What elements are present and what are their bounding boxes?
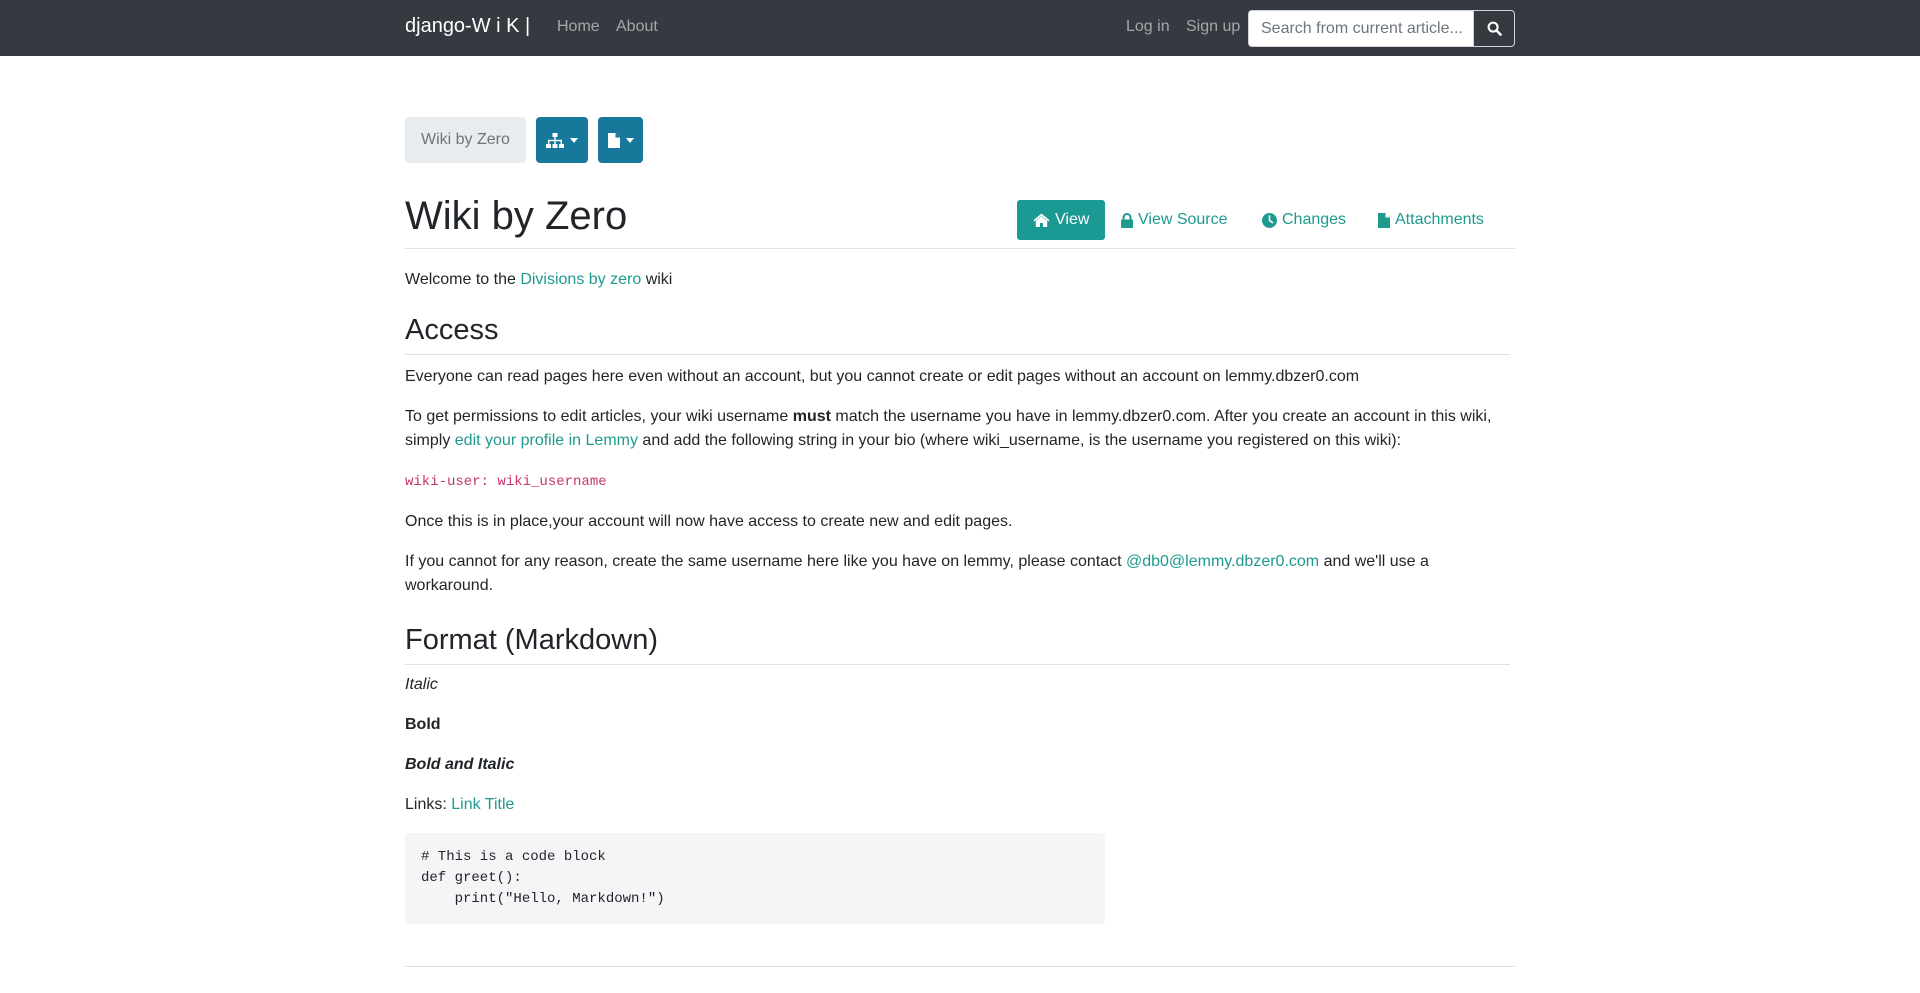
file-icon xyxy=(607,132,620,148)
intro-text: Welcome to the xyxy=(405,271,521,288)
chevron-down-icon xyxy=(625,137,634,143)
signup-link[interactable]: Sign up xyxy=(1186,18,1240,36)
lock-icon xyxy=(1121,212,1133,228)
code-block: # This is a code block def greet(): prin… xyxy=(405,833,1105,924)
tab-changes[interactable]: Changes xyxy=(1262,200,1346,240)
italic-text: Italic xyxy=(405,676,438,693)
must-bold: must xyxy=(792,408,831,425)
format-heading: Format (Markdown) xyxy=(405,622,1510,665)
footer-divider xyxy=(405,966,1515,967)
page-title: Wiki by Zero xyxy=(405,194,628,238)
sitemap-dropdown-button[interactable] xyxy=(536,117,588,163)
edit-profile-link[interactable]: edit your profile in Lemmy xyxy=(455,432,638,449)
access-paragraph-2: To get permissions to edit articles, you… xyxy=(405,405,1510,453)
home-icon xyxy=(1033,213,1050,227)
sitemap-icon xyxy=(546,132,564,148)
access-paragraph-3: Once this is in place,your account will … xyxy=(405,513,1013,530)
article-content: Welcome to the Divisions by zero wiki Ac… xyxy=(405,258,1510,940)
tab-view-label: View xyxy=(1055,211,1090,228)
bold-italic-example: Bold and Italic xyxy=(405,753,1510,777)
login-link[interactable]: Log in xyxy=(1126,18,1170,36)
tab-attachments-label: Attachments xyxy=(1395,211,1484,228)
search-icon xyxy=(1487,21,1502,36)
search-input[interactable] xyxy=(1249,11,1475,46)
tab-view-source[interactable]: View Source xyxy=(1121,200,1228,240)
access-text: If you cannot for any reason, create the… xyxy=(405,553,1126,570)
title-divider xyxy=(405,248,1515,249)
divisions-by-zero-link[interactable]: Divisions by zero xyxy=(520,271,641,288)
breadcrumb: Wiki by Zero xyxy=(405,117,526,163)
tab-view[interactable]: View xyxy=(1017,200,1106,240)
access-text: To get permissions to edit articles, you… xyxy=(405,408,793,425)
access-paragraph-4: If you cannot for any reason, create the… xyxy=(405,550,1510,598)
search-form xyxy=(1248,10,1515,47)
clock-icon xyxy=(1262,212,1277,228)
access-paragraph-1: Everyone can read pages here even withou… xyxy=(405,368,1360,385)
nav-about-link[interactable]: About xyxy=(616,18,658,36)
access-text: and add the following string in your bio… xyxy=(637,432,1402,449)
navbar-container: django-W i K | Home About Log in Sign up xyxy=(405,0,1515,56)
brand-link[interactable]: django-W i K | xyxy=(405,15,530,38)
links-example: Links: Link Title xyxy=(405,793,1510,817)
breadcrumb-current: Wiki by Zero xyxy=(421,131,510,148)
bold-text: Bold xyxy=(405,716,441,733)
access-heading: Access xyxy=(405,312,1510,355)
tab-changes-label: Changes xyxy=(1282,211,1347,228)
intro-paragraph: Welcome to the Divisions by zero wiki xyxy=(405,268,1510,292)
bold-italic-text: Bold and Italic xyxy=(405,756,515,773)
page-dropdown-button[interactable] xyxy=(598,117,643,163)
tab-attachments[interactable]: Attachments xyxy=(1378,200,1484,240)
chevron-down-icon xyxy=(570,137,578,143)
inline-code: wiki-user: wiki_username xyxy=(405,474,607,490)
code-inline-paragraph: wiki-user: wiki_username xyxy=(405,469,1510,494)
search-button[interactable] xyxy=(1473,11,1514,46)
tab-view-source-label: View Source xyxy=(1138,211,1228,228)
nav-home-link[interactable]: Home xyxy=(557,18,600,36)
links-label: Links: xyxy=(405,796,452,813)
file-icon xyxy=(1378,212,1390,228)
link-title-link[interactable]: Link Title xyxy=(451,796,514,813)
bold-example: Bold xyxy=(405,713,1510,737)
italic-example: Italic xyxy=(405,673,1510,697)
contact-link[interactable]: @db0@lemmy.dbzer0.com xyxy=(1126,553,1319,570)
navbar: django-W i K | Home About Log in Sign up xyxy=(0,0,1920,56)
intro-text-end: wiki xyxy=(641,271,673,288)
